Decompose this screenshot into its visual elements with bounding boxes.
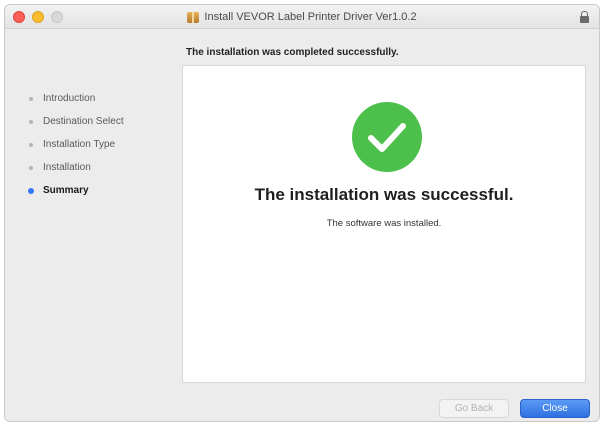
installer-window: Install VEVOR Label Printer Driver Ver1.… bbox=[4, 4, 600, 422]
steps-sidebar: Introduction Destination Select Installa… bbox=[27, 87, 177, 202]
close-button[interactable]: Close bbox=[520, 399, 590, 418]
step-label: Summary bbox=[43, 185, 89, 196]
step-installation-type: Installation Type bbox=[27, 133, 177, 156]
step-label: Installation Type bbox=[43, 139, 116, 150]
success-subtitle: The software was installed. bbox=[326, 218, 442, 229]
step-label: Installation bbox=[43, 162, 91, 173]
header-message: The installation was completed successfu… bbox=[186, 47, 399, 58]
step-summary: Summary bbox=[27, 179, 177, 202]
window-title-group: Install VEVOR Label Printer Driver Ver1.… bbox=[5, 5, 599, 29]
step-bullet-icon bbox=[29, 165, 33, 170]
lock-icon bbox=[580, 11, 589, 23]
step-label: Introduction bbox=[43, 93, 96, 104]
step-destination-select: Destination Select bbox=[27, 110, 177, 133]
title-bar[interactable]: Install VEVOR Label Printer Driver Ver1.… bbox=[5, 5, 599, 29]
step-installation: Installation bbox=[27, 156, 177, 179]
step-bullet-icon bbox=[29, 96, 33, 101]
step-bullet-icon bbox=[29, 119, 33, 124]
window-title: Install VEVOR Label Printer Driver Ver1.… bbox=[204, 11, 417, 23]
success-title: The installation was successful. bbox=[254, 185, 514, 204]
package-icon bbox=[187, 11, 200, 23]
step-introduction: Introduction bbox=[27, 87, 177, 110]
go-back-button[interactable]: Go Back bbox=[439, 399, 509, 418]
content-pane: The installation was successful. The sof… bbox=[182, 65, 586, 383]
active-step-bullet-icon bbox=[28, 187, 34, 194]
success-checkmark-icon bbox=[352, 102, 422, 172]
step-bullet-icon bbox=[29, 142, 33, 147]
step-label: Destination Select bbox=[43, 116, 124, 127]
